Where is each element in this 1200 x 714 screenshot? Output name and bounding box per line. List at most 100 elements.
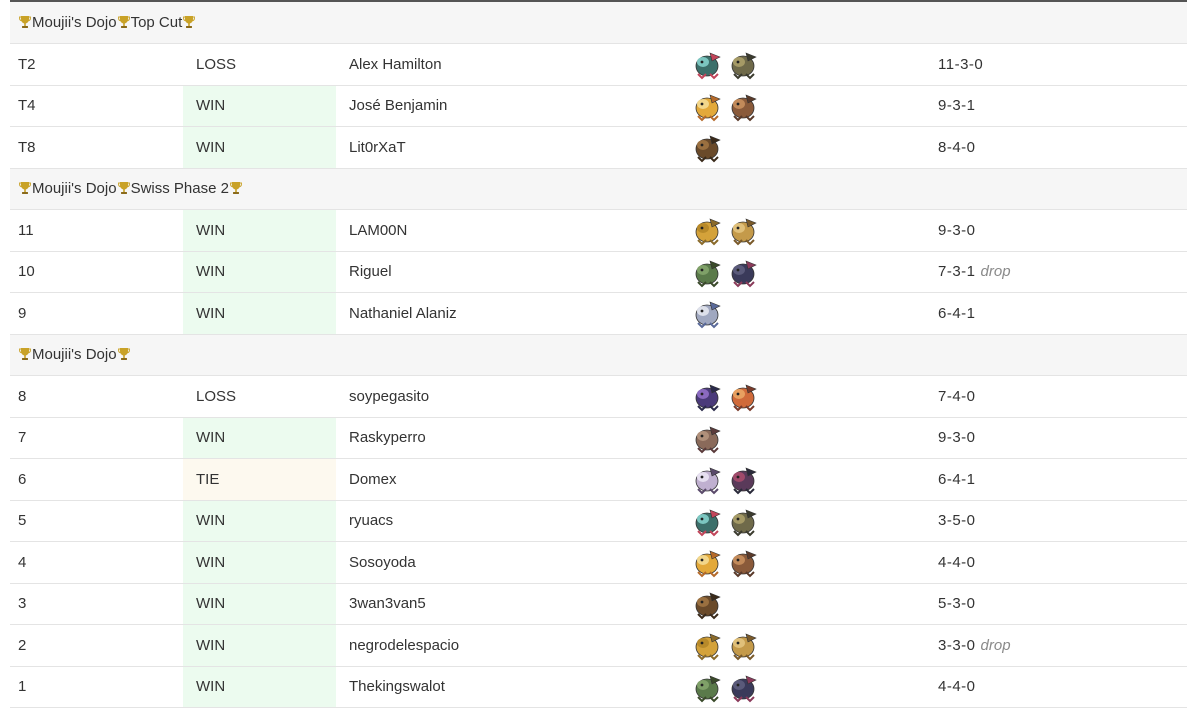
team-cell[interactable] <box>678 209 926 252</box>
terapagos-icon <box>695 218 721 246</box>
pokemon-icon <box>695 509 721 537</box>
team-cell[interactable] <box>678 126 926 169</box>
team-cell[interactable] <box>678 624 926 667</box>
match-row[interactable]: 8 LOSS soypegasito 7-4-0 <box>10 375 1188 418</box>
section-title-text: Swiss Phase 2 <box>130 180 229 198</box>
archaludon-icon <box>731 675 757 703</box>
record-text: 11-3-0 <box>938 55 984 73</box>
match-row[interactable]: 1 WIN Thekingswalot 4-4-0 <box>10 666 1188 708</box>
match-row[interactable]: 3 WIN 3wan3van5 5-3-0 <box>10 583 1188 625</box>
match-row[interactable]: 5 WIN ryuacs 3-5-0 <box>10 500 1188 542</box>
pokemon-icon <box>695 260 721 288</box>
result-cell: WIN <box>183 85 336 127</box>
round-cell: 8 <box>10 375 183 418</box>
match-row[interactable]: T8 WIN Lit0rXaT 8-4-0 <box>10 126 1188 169</box>
round-cell: 11 <box>10 209 183 252</box>
round-cell: 4 <box>10 541 183 584</box>
team-cell[interactable] <box>678 666 926 708</box>
match-row[interactable]: 11 WIN LAM00N 9-3-0 <box>10 209 1188 252</box>
team-sprites <box>690 296 918 330</box>
opponent-name[interactable]: negrodelespacio <box>336 624 678 667</box>
pokemon-icon <box>731 509 757 537</box>
opponent-name[interactable]: 3wan3van5 <box>336 583 678 625</box>
match-row[interactable]: 2 WIN negrodelespacio 3-3-0 drop <box>10 624 1188 667</box>
match-row[interactable]: 9 WIN Nathaniel Alaniz 6-4-1 <box>10 292 1188 335</box>
pokemon-icon <box>731 633 757 661</box>
trophy-icon <box>19 348 31 361</box>
opponent-name[interactable]: Sosoyoda <box>336 541 678 584</box>
round-cell: 3 <box>10 583 183 625</box>
opponent-name[interactable]: Thekingswalot <box>336 666 678 708</box>
opponent-name[interactable]: Domex <box>336 458 678 501</box>
result-cell: WIN <box>183 292 336 335</box>
opponent-name[interactable]: ryuacs <box>336 500 678 542</box>
opponent-name[interactable]: Lit0rXaT <box>336 126 678 169</box>
opponent-name[interactable]: Riguel <box>336 251 678 293</box>
record-text: 9-3-0 <box>938 429 976 447</box>
section-title-text: Moujii's Dojo <box>32 346 117 364</box>
round-cell: 7 <box>10 417 183 459</box>
opponent-name[interactable]: soypegasito <box>336 375 678 418</box>
team-sprites <box>690 670 918 704</box>
record-text: 5-3-0 <box>938 595 976 613</box>
ceruledge-icon <box>695 135 721 163</box>
record-cell: 6-4-1 <box>926 458 1188 501</box>
trophy-icon <box>230 182 242 195</box>
record-cell: 7-4-0 <box>926 375 1188 418</box>
opponent-name[interactable]: Raskyperro <box>336 417 678 459</box>
dragapult-icon <box>695 94 721 122</box>
pokemon-icon <box>695 384 721 412</box>
pokemon-icon <box>695 301 721 329</box>
team-cell[interactable] <box>678 458 926 501</box>
match-row[interactable]: 6 TIE Domex 6-4-1 <box>10 458 1188 501</box>
result-cell: WIN <box>183 583 336 625</box>
record-cell: 4-4-0 <box>926 666 1188 708</box>
match-row[interactable]: T2 LOSS Alex Hamilton 11-3-0 <box>10 43 1188 86</box>
team-cell[interactable] <box>678 417 926 459</box>
record-cell: 5-3-0 <box>926 583 1188 625</box>
team-cell[interactable] <box>678 500 926 542</box>
record-cell: 4-4-0 <box>926 541 1188 584</box>
round-cell: 1 <box>10 666 183 708</box>
result-cell: WIN <box>183 500 336 542</box>
dragapult-icon <box>695 52 721 80</box>
team-sprites <box>690 545 918 579</box>
opponent-name[interactable]: José Benjamin <box>336 85 678 127</box>
round-cell: 2 <box>10 624 183 667</box>
section-title[interactable]: Moujii's Dojo Swiss Phase 2 <box>10 168 1188 210</box>
team-cell[interactable] <box>678 292 926 335</box>
opponent-name[interactable]: LAM00N <box>336 209 678 252</box>
record-text: 4-4-0 <box>938 553 976 571</box>
match-row[interactable]: T4 WIN José Benjamin 9-3-1 <box>10 85 1188 127</box>
round-cell: 5 <box>10 500 183 542</box>
opponent-name[interactable]: Alex Hamilton <box>336 43 678 86</box>
drop-label: drop <box>980 263 1011 281</box>
result-cell: WIN <box>183 666 336 708</box>
team-sprites <box>690 504 918 538</box>
opponent-name[interactable]: Nathaniel Alaniz <box>336 292 678 335</box>
pokemon-icon <box>731 260 757 288</box>
section-header-row: Moujii's Dojo Swiss Phase 2 <box>10 168 1188 210</box>
section-title-text: Moujii's Dojo <box>32 180 117 198</box>
team-cell[interactable] <box>678 251 926 293</box>
team-cell[interactable] <box>678 43 926 86</box>
pokemon-icon <box>731 550 757 578</box>
team-cell[interactable] <box>678 375 926 418</box>
round-cell: T2 <box>10 43 183 86</box>
team-sprites <box>690 462 918 496</box>
team-cell[interactable] <box>678 541 926 584</box>
trophy-icon <box>19 16 31 28</box>
team-cell[interactable] <box>678 583 926 625</box>
match-row[interactable]: 4 WIN Sosoyoda 4-4-0 <box>10 541 1188 584</box>
round-cell: 10 <box>10 251 183 293</box>
match-row[interactable]: 10 WIN Riguel 7-3-1 drop <box>10 251 1188 293</box>
team-cell[interactable] <box>678 85 926 127</box>
trophy-icon <box>117 16 130 28</box>
result-cell: WIN <box>183 126 336 169</box>
record-text: 3-3-0 <box>938 636 976 654</box>
section-title[interactable]: Moujii's Dojo <box>10 334 1188 376</box>
match-history-table: Moujii's Dojo Top Cut T2 LOSS Alex Hamilton 1… <box>10 2 1188 708</box>
match-row[interactable]: 7 WIN Raskyperro 9-3-0 <box>10 417 1188 459</box>
section-title[interactable]: Moujii's Dojo Top Cut <box>10 2 1188 44</box>
team-sprites <box>690 130 918 164</box>
